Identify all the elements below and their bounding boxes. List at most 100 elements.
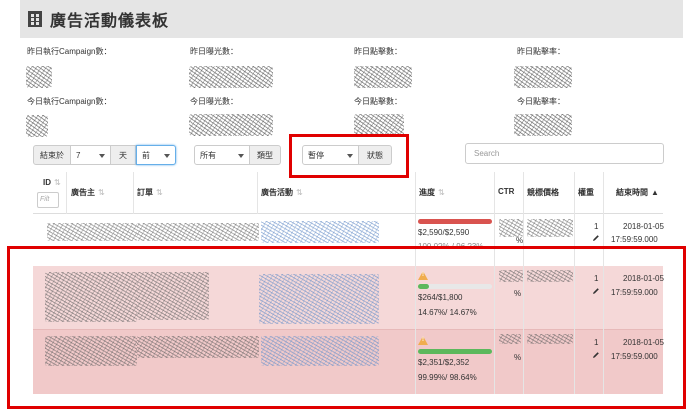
status-select[interactable]: 暫停 xyxy=(302,145,359,165)
column-divider xyxy=(133,172,134,214)
chevron-down-icon xyxy=(238,154,244,158)
column-header-end-time[interactable]: 結束時間 ▲ xyxy=(616,187,659,198)
end-time: 17:59:59.000 xyxy=(611,288,658,297)
campaign-cell xyxy=(261,221,379,243)
advertiser-cell xyxy=(45,272,137,322)
page-header: 廣告活動儀表板 xyxy=(20,0,683,38)
column-divider xyxy=(574,172,575,394)
ctr-cell xyxy=(499,334,521,344)
column-header-bid[interactable]: 競標價格 xyxy=(527,187,559,198)
stat-value-yesterday-campaigns xyxy=(26,66,52,88)
status-value: 暫停 xyxy=(308,150,324,160)
end-time: 17:59:59.000 xyxy=(611,235,658,244)
stat-value-yesterday-clicks xyxy=(354,66,412,88)
column-header-advertiser[interactable]: 廣告主 ⇅ xyxy=(71,187,105,198)
type-select[interactable]: 所有 xyxy=(194,145,250,165)
stat-value-today-clicks xyxy=(354,114,404,136)
direction-value: 前 xyxy=(142,150,150,160)
table-row[interactable]: $2,351/$2,352 99.99%/ 98.64% % 1 2018-01… xyxy=(33,330,664,394)
bid-cell xyxy=(527,219,573,237)
progress-bar-fill xyxy=(418,349,492,354)
ctr-suffix: % xyxy=(514,353,522,362)
column-header-id[interactable]: ID ⇅ xyxy=(43,178,61,187)
page-title: 廣告活動儀表板 xyxy=(50,13,170,30)
campaign-cell xyxy=(259,274,379,324)
end-date: 2018-01-05 xyxy=(623,338,664,347)
bid-cell xyxy=(527,270,573,282)
stat-value-today-ctr xyxy=(514,114,572,136)
days-value: 7 xyxy=(76,150,81,160)
progress-bar-fill xyxy=(418,219,492,224)
column-header-campaign[interactable]: 廣告活動 ⇅ xyxy=(261,187,303,198)
end-label: 結束於 xyxy=(33,145,71,165)
order-cell xyxy=(137,336,259,358)
weight-value: 1 xyxy=(594,222,599,231)
search-input[interactable]: Search xyxy=(465,143,664,164)
end-time: 17:59:59.000 xyxy=(611,352,658,361)
progress-bar xyxy=(418,349,492,354)
column-divider xyxy=(66,172,67,214)
stat-label-today-impressions: 今日曝光數： xyxy=(190,97,238,106)
weight-value: 1 xyxy=(594,338,599,347)
ctr-cell xyxy=(499,219,523,237)
progress-amount: $2,351/$2,352 xyxy=(418,358,470,367)
days-unit-label: 天 xyxy=(110,145,136,165)
pencil-icon[interactable] xyxy=(592,234,600,242)
stat-label-today-ctr: 今日點擊率： xyxy=(517,97,565,106)
table-row[interactable]: $264/$1,800 14.67%/ 14.67% % 1 2018-01-0… xyxy=(33,266,664,330)
advertiser-cell xyxy=(45,336,137,366)
end-date: 2018-01-05 xyxy=(623,274,664,283)
warning-icon xyxy=(418,271,428,280)
progress-amount: $2,590/$2,590 xyxy=(418,228,470,237)
stat-value-yesterday-ctr xyxy=(514,66,572,88)
stat-label-yesterday-impressions: 昨日曝光數： xyxy=(190,47,238,56)
campaign-cell xyxy=(261,336,379,366)
chevron-down-icon xyxy=(347,154,353,158)
column-header-order[interactable]: 訂單 ⇅ xyxy=(137,187,163,198)
bid-cell xyxy=(527,334,573,344)
column-header-progress[interactable]: 進度 ⇅ xyxy=(419,187,445,198)
column-divider xyxy=(523,172,524,394)
order-cell xyxy=(137,223,259,241)
status-label: 狀態 xyxy=(358,145,392,165)
pencil-icon[interactable] xyxy=(592,287,600,295)
pencil-icon[interactable] xyxy=(592,351,600,359)
column-header-ctr[interactable]: CTR xyxy=(498,187,514,196)
id-filter-input[interactable]: Filt xyxy=(37,192,59,208)
progress-bar-fill xyxy=(418,284,429,289)
progress-amount: $264/$1,800 xyxy=(418,293,463,302)
ctr-cell xyxy=(499,270,523,282)
progress-percent: 99.99%/ 98.64% xyxy=(418,373,477,382)
progress-percent: 100.0?% / 96.?3% xyxy=(418,242,484,251)
stat-label-yesterday-ctr: 昨日點擊率： xyxy=(517,47,565,56)
days-select[interactable]: 7 xyxy=(70,145,111,165)
table-header: ID ⇅ Filt 廣告主 ⇅ 訂單 ⇅ 廣告活動 ⇅ 進度 ⇅ CTR 競標價格 權重 … xyxy=(33,172,663,214)
stat-label-today-clicks: 今日點擊數： xyxy=(354,97,402,106)
dashboard-page: 廣告活動儀表板 昨日執行Campaign數： 昨日曝光數： 昨日點擊數： 昨日點… xyxy=(0,0,693,419)
column-header-weight[interactable]: 權重 xyxy=(578,187,594,198)
advertiser-cell xyxy=(47,223,137,241)
direction-select[interactable]: 前 xyxy=(136,145,176,165)
stat-value-today-impressions xyxy=(189,114,273,136)
chevron-down-icon xyxy=(99,154,105,158)
building-icon xyxy=(28,11,42,27)
table-row[interactable]: $2,590/$2,590 100.0?% / 96.?3% % 1 2018-… xyxy=(33,215,664,267)
progress-percent: 14.67%/ 14.67% xyxy=(418,308,477,317)
stat-value-today-campaigns xyxy=(26,115,48,137)
warning-icon xyxy=(418,336,428,345)
stat-label-today-campaigns: 今日執行Campaign數： xyxy=(27,97,112,106)
progress-bar xyxy=(418,284,492,289)
stat-label-yesterday-clicks: 昨日點擊數： xyxy=(354,47,402,56)
weight-value: 1 xyxy=(594,274,599,283)
stat-value-yesterday-impressions xyxy=(189,66,273,88)
column-divider xyxy=(257,172,258,214)
order-cell xyxy=(137,272,209,320)
progress-bar xyxy=(418,219,492,224)
chevron-down-icon xyxy=(164,154,170,158)
column-divider xyxy=(494,172,495,394)
stat-label-yesterday-campaigns: 昨日執行Campaign數： xyxy=(27,47,112,56)
ctr-suffix: % xyxy=(514,289,522,298)
column-divider xyxy=(415,172,416,394)
type-label: 類型 xyxy=(249,145,281,165)
type-value: 所有 xyxy=(200,150,216,160)
